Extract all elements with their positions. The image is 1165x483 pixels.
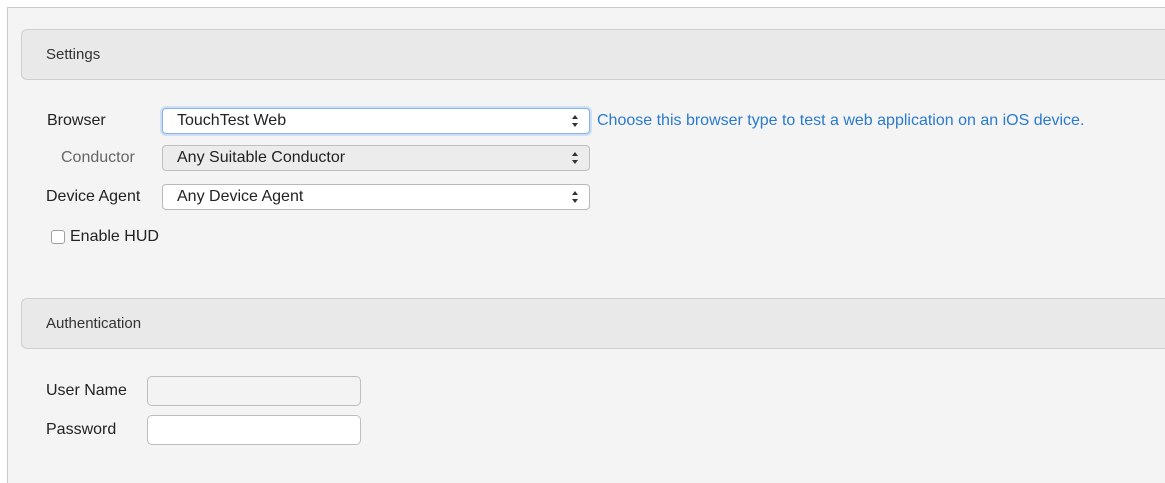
conductor-label: Conductor <box>61 149 135 166</box>
enable-hud-checkbox[interactable] <box>51 230 65 244</box>
conductor-select-value: Any Suitable Conductor <box>177 149 346 166</box>
chevron-up-down-icon <box>572 115 578 127</box>
password-input[interactable] <box>147 415 361 445</box>
browser-select-value: TouchTest Web <box>177 112 287 129</box>
browser-label: Browser <box>47 112 106 129</box>
username-input[interactable] <box>147 376 361 406</box>
password-label: Password <box>46 421 117 438</box>
device-agent-select-value: Any Device Agent <box>177 188 304 205</box>
enable-hud-label[interactable]: Enable HUD <box>70 228 159 246</box>
device-agent-label: Device Agent <box>46 188 141 205</box>
authentication-section-header: Authentication <box>21 298 1165 349</box>
chevron-up-down-icon <box>572 191 578 203</box>
browser-hint-text: Choose this browser type to test a web a… <box>597 112 1085 129</box>
authentication-header-title: Authentication <box>46 315 142 332</box>
settings-header-title: Settings <box>46 46 101 63</box>
settings-section-header: Settings <box>21 29 1165 80</box>
device-agent-select[interactable]: Any Device Agent <box>162 184 590 210</box>
chevron-up-down-icon <box>572 152 578 164</box>
username-label: User Name <box>46 382 127 399</box>
conductor-select[interactable]: Any Suitable Conductor <box>162 145 590 171</box>
browser-select[interactable]: TouchTest Web <box>162 108 590 134</box>
